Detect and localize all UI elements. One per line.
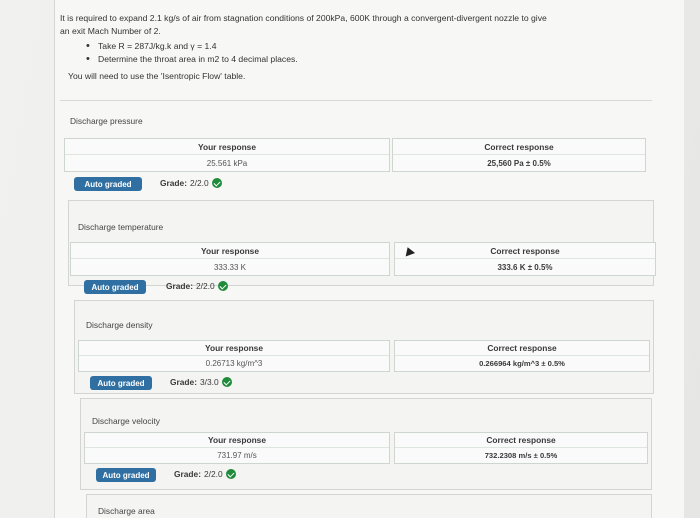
- grade-line: Grade: 2/2.0: [166, 281, 228, 291]
- section-title-temperature: Discharge temperature: [78, 222, 164, 232]
- correct-response-header: Correct response: [393, 139, 645, 155]
- grade-value: 2/2.0: [204, 469, 223, 479]
- your-response-value: 25.561 kPa: [206, 158, 248, 168]
- correct-response-value: 333.6 K ± 0.5%: [497, 262, 553, 272]
- divider: [60, 100, 652, 101]
- correct-response-box: Correct response 25,560 Pa ± 0.5%: [392, 138, 646, 172]
- your-response-header: Your response: [71, 243, 389, 259]
- your-response-box: Your response 0.26713 kg/m^3: [78, 340, 390, 372]
- grade-label: Grade:: [166, 281, 193, 291]
- correct-response-box: Correct response 0.266964 kg/m^3 ± 0.5%: [394, 340, 650, 372]
- your-response-value: 731.97 m/s: [217, 451, 257, 460]
- grade-label: Grade:: [170, 377, 197, 387]
- grade-line: Grade: 3/3.0: [170, 377, 232, 387]
- grade-value: 2/2.0: [190, 178, 209, 188]
- check-circle-icon: [221, 377, 232, 387]
- question-text: It is required to expand 2.1 kg/s of air…: [60, 12, 660, 83]
- correct-response-header: Correct response: [395, 341, 649, 356]
- your-response-header: Your response: [85, 433, 389, 448]
- section-title-area: Discharge area: [98, 506, 155, 516]
- grade-value: 3/3.0: [200, 377, 219, 387]
- bullet-item: Take R = 287J/kg.k and γ = 1.4: [86, 40, 660, 53]
- grade-label: Grade:: [160, 178, 187, 188]
- your-response-box: Your response 333.33 K: [70, 242, 390, 276]
- your-response-header: Your response: [65, 139, 389, 155]
- your-response-box: Your response 731.97 m/s: [84, 432, 390, 464]
- bullet-item: Determine the throat area in m2 to 4 dec…: [86, 53, 660, 66]
- question-line-2: an exit Mach Number of 2.: [60, 26, 161, 36]
- section-area: [86, 494, 652, 518]
- check-circle-icon: [225, 469, 236, 479]
- your-response-value: 0.26713 kg/m^3: [205, 359, 263, 368]
- check-circle-icon: [217, 281, 228, 291]
- your-response-value: 333.33 K: [213, 262, 247, 272]
- check-circle-icon: [211, 178, 222, 188]
- auto-graded-badge: Auto graded: [84, 280, 146, 294]
- correct-response-value: 25,560 Pa ± 0.5%: [487, 158, 551, 168]
- grade-value: 2/2.0: [196, 281, 215, 291]
- auto-graded-badge: Auto graded: [90, 376, 152, 390]
- your-response-header: Your response: [79, 341, 389, 356]
- question-line-1: It is required to expand 2.1 kg/s of air…: [60, 13, 547, 23]
- correct-response-box: Correct response 732.2308 m/s ± 0.5%: [394, 432, 648, 464]
- correct-response-value: 0.266964 kg/m^3 ± 0.5%: [479, 359, 565, 368]
- section-title-velocity: Discharge velocity: [92, 416, 160, 426]
- auto-graded-badge: Auto graded: [96, 468, 156, 482]
- correct-response-header: Correct response: [395, 433, 647, 448]
- grade-line: Grade: 2/2.0: [160, 178, 222, 188]
- question-bullets: Take R = 287J/kg.k and γ = 1.4 Determine…: [86, 40, 660, 66]
- grade-label: Grade:: [174, 469, 201, 479]
- correct-response-box: Correct response 333.6 K ± 0.5%: [394, 242, 656, 276]
- question-note: You will need to use the 'Isentropic Flo…: [68, 71, 246, 81]
- auto-graded-badge: Auto graded: [74, 177, 142, 191]
- section-title-density: Discharge density: [86, 320, 153, 330]
- correct-response-value: 732.2308 m/s ± 0.5%: [484, 451, 558, 460]
- your-response-box: Your response 25.561 kPa: [64, 138, 390, 172]
- grade-line: Grade: 2/2.0: [174, 469, 236, 479]
- correct-response-header: Correct response: [395, 243, 655, 259]
- section-title-pressure: Discharge pressure: [70, 116, 143, 126]
